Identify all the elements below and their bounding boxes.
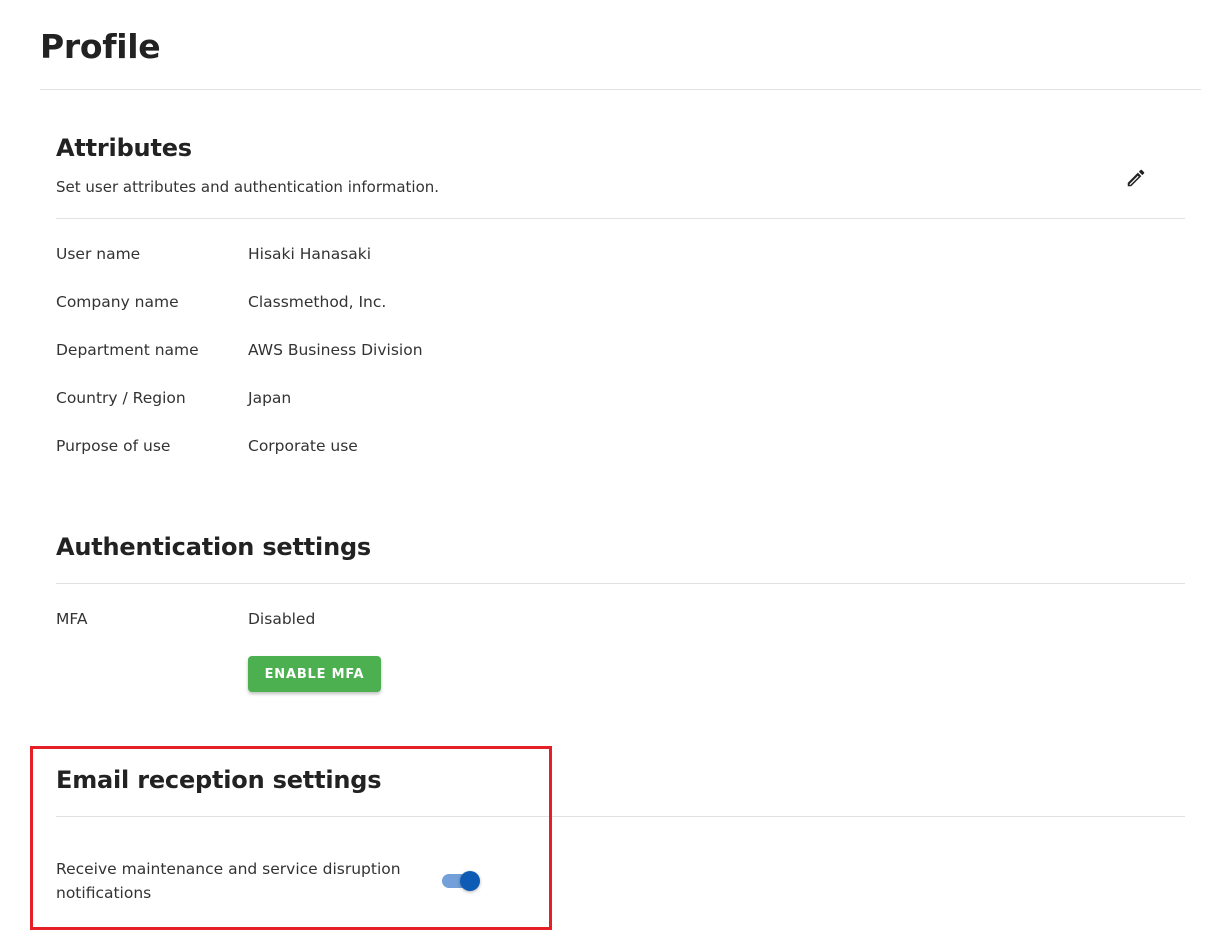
user-name-value: Hisaki Hanasaki [248,245,372,263]
page-title: Profile [40,27,161,66]
maintenance-notification-label: Receive maintenance and service disrupti… [56,860,401,902]
attributes-description: Set user attributes and authentication i… [56,178,440,196]
pencil-icon [1127,169,1145,187]
country-region-label: Country / Region [56,389,186,407]
edit-attributes-button[interactable] [1122,164,1150,192]
enable-mfa-button[interactable]: ENABLE MFA [248,656,381,692]
attributes-heading: Attributes [56,134,192,162]
maintenance-notification-toggle[interactable] [441,869,481,893]
mfa-status-value: Disabled [248,610,316,628]
purpose-of-use-value: Corporate use [248,437,358,455]
department-name-label: Department name [56,341,199,359]
authentication-heading: Authentication settings [56,533,372,561]
company-name-label: Company name [56,293,179,311]
department-name-value: AWS Business Division [248,341,423,359]
authentication-divider [56,583,1185,584]
toggle-thumb [460,871,480,891]
country-region-value: Japan [248,389,292,407]
email-reception-divider [56,816,1185,817]
attributes-divider [56,218,1185,219]
email-reception-heading: Email reception settings [56,766,382,794]
purpose-of-use-label: Purpose of use [56,437,171,455]
title-divider [40,89,1201,90]
user-name-label: User name [56,245,141,263]
mfa-label: MFA [56,610,88,628]
company-name-value: Classmethod, Inc. [248,293,387,311]
